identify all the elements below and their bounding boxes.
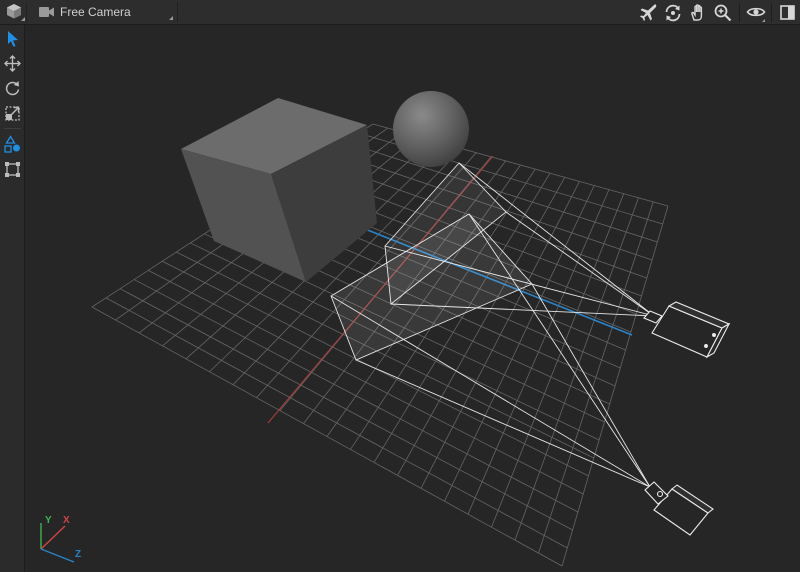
top-toolbar: Free Camera bbox=[0, 0, 800, 25]
sphere-object[interactable] bbox=[393, 91, 469, 167]
orbit-icon[interactable] bbox=[663, 3, 683, 23]
cube-menu-button[interactable] bbox=[4, 2, 27, 22]
rotate-icon[interactable] bbox=[3, 79, 22, 98]
3d-viewport[interactable]: Y X Z bbox=[26, 26, 800, 572]
camera-2-object[interactable] bbox=[644, 481, 714, 536]
tool-sidebar bbox=[0, 25, 25, 572]
bounding-box-icon[interactable] bbox=[3, 160, 22, 179]
gizmo-z-label: Z bbox=[75, 549, 81, 560]
move-icon[interactable] bbox=[3, 54, 22, 73]
toolbar-separator bbox=[771, 3, 772, 22]
zoom-icon[interactable] bbox=[713, 3, 733, 23]
toolbar-separator bbox=[739, 3, 740, 22]
video-camera-icon bbox=[39, 7, 54, 17]
cube-object[interactable] bbox=[181, 98, 377, 282]
dropdown-corner-icon bbox=[169, 16, 173, 20]
camera-label: Free Camera bbox=[60, 5, 131, 19]
grid-line bbox=[561, 205, 669, 567]
shapes-icon[interactable] bbox=[3, 135, 22, 154]
panel-toggle-icon[interactable] bbox=[778, 3, 798, 23]
gizmo-x-label: X bbox=[63, 515, 70, 526]
camera-1-object[interactable] bbox=[643, 301, 731, 359]
hand-pan-icon[interactable] bbox=[688, 3, 708, 23]
gizmo-y-label: Y bbox=[45, 515, 52, 526]
scene-canvas[interactable]: Y X Z bbox=[26, 26, 800, 572]
eye-icon[interactable] bbox=[746, 3, 766, 23]
sidebar-divider bbox=[4, 128, 21, 129]
axis-gizmo: Y X Z bbox=[40, 515, 81, 563]
camera-selector[interactable]: Free Camera bbox=[33, 2, 178, 22]
grid-line bbox=[344, 141, 658, 243]
scale-icon[interactable] bbox=[3, 104, 22, 123]
cube-icon bbox=[7, 4, 25, 21]
select-arrow-icon[interactable] bbox=[3, 29, 22, 48]
airplane-icon[interactable] bbox=[638, 3, 658, 23]
grid-line bbox=[538, 201, 654, 554]
